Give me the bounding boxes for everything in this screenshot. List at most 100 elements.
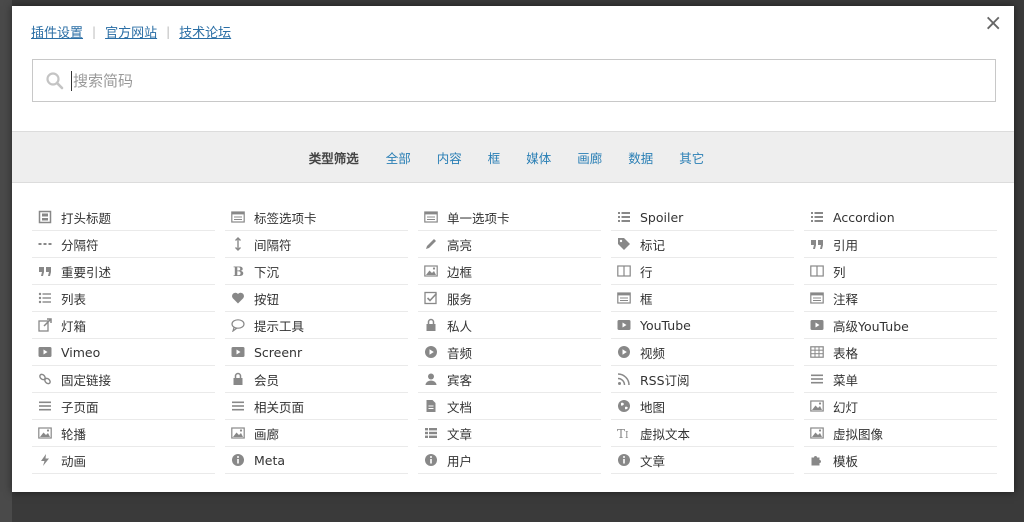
bold-icon: B bbox=[231, 264, 245, 278]
shortcode-label: 模板 bbox=[833, 453, 859, 469]
plugin-settings-link[interactable]: 插件设置 bbox=[31, 22, 83, 41]
filter-box[interactable]: 框 bbox=[488, 148, 501, 167]
official-site-link[interactable]: 官方网站 bbox=[105, 22, 157, 41]
lock-icon bbox=[424, 318, 438, 332]
shortcode-item[interactable]: 高亮 bbox=[418, 231, 601, 258]
shortcode-label: Screenr bbox=[254, 344, 303, 360]
shortcode-item[interactable]: 私人 bbox=[418, 312, 601, 339]
filter-gallery[interactable]: 画廊 bbox=[577, 148, 602, 167]
shortcode-item[interactable]: 菜单 bbox=[804, 366, 997, 393]
shortcode-item[interactable]: 画廊 bbox=[225, 420, 408, 447]
shortcode-item[interactable]: Accordion bbox=[804, 204, 997, 231]
close-button[interactable]: × bbox=[984, 13, 1002, 35]
shortcode-item[interactable]: Screenr bbox=[225, 339, 408, 366]
shortcode-item[interactable]: 子页面 bbox=[32, 393, 215, 420]
shortcode-item[interactable]: 固定链接 bbox=[32, 366, 215, 393]
shortcode-label: 画廊 bbox=[254, 426, 280, 442]
shortcode-item[interactable]: Meta bbox=[225, 447, 408, 474]
shortcode-item[interactable]: 文档 bbox=[418, 393, 601, 420]
image-icon bbox=[810, 426, 824, 440]
shortcode-item[interactable]: 文章 bbox=[611, 447, 794, 474]
filter-other[interactable]: 其它 bbox=[679, 148, 704, 167]
image-icon bbox=[231, 426, 245, 440]
shortcode-label: 虚拟文本 bbox=[640, 426, 691, 442]
shortcode-item[interactable]: 用户 bbox=[418, 447, 601, 474]
play-circle-icon bbox=[424, 345, 438, 359]
shortcode-item[interactable]: 行 bbox=[611, 258, 794, 285]
shortcode-label: 框 bbox=[640, 291, 653, 307]
shortcode-item[interactable]: 地图 bbox=[611, 393, 794, 420]
globe-icon bbox=[617, 399, 631, 413]
shortcode-label: 幻灯 bbox=[833, 399, 859, 415]
shortcode-item[interactable]: 标记 bbox=[611, 231, 794, 258]
shortcode-item[interactable]: 注释 bbox=[804, 285, 997, 312]
quote-icon bbox=[38, 264, 52, 278]
shortcode-item[interactable]: 音频 bbox=[418, 339, 601, 366]
list-icon bbox=[617, 210, 631, 224]
shortcode-item[interactable]: 提示工具 bbox=[225, 312, 408, 339]
shortcode-label: 提示工具 bbox=[254, 318, 305, 334]
search-input[interactable] bbox=[73, 71, 995, 90]
bolt-icon bbox=[38, 453, 52, 467]
shortcode-label: 动画 bbox=[61, 453, 87, 469]
shortcode-label: 服务 bbox=[447, 291, 473, 307]
shortcode-label: 表格 bbox=[833, 345, 859, 361]
shortcode-item[interactable]: Spoiler bbox=[611, 204, 794, 231]
shortcode-item[interactable]: 分隔符 bbox=[32, 231, 215, 258]
quote-icon bbox=[810, 237, 824, 251]
shortcode-item[interactable]: 轮播 bbox=[32, 420, 215, 447]
shortcode-item[interactable]: 边框 bbox=[418, 258, 601, 285]
shortcode-item[interactable]: 标签选项卡 bbox=[225, 204, 408, 231]
shortcode-item[interactable]: 表格 bbox=[804, 339, 997, 366]
shortcode-item[interactable]: 列表 bbox=[32, 285, 215, 312]
shortcode-item[interactable]: 视频 bbox=[611, 339, 794, 366]
image-icon bbox=[38, 426, 52, 440]
pencil-icon bbox=[424, 237, 438, 251]
shortcode-item[interactable]: 按钮 bbox=[225, 285, 408, 312]
shortcode-item[interactable]: 框 bbox=[611, 285, 794, 312]
filter-data[interactable]: 数据 bbox=[628, 148, 653, 167]
shortcode-item[interactable]: 服务 bbox=[418, 285, 601, 312]
search-box bbox=[32, 59, 996, 102]
shortcode-item[interactable]: 间隔符 bbox=[225, 231, 408, 258]
columns-icon bbox=[810, 264, 824, 278]
shortcode-item[interactable]: 文章 bbox=[418, 420, 601, 447]
play-square-icon bbox=[231, 345, 245, 359]
shortcode-item[interactable]: 引用 bbox=[804, 231, 997, 258]
shortcode-item[interactable]: 单一选项卡 bbox=[418, 204, 601, 231]
shortcode-item[interactable]: 虚拟图像 bbox=[804, 420, 997, 447]
filter-all[interactable]: 全部 bbox=[386, 148, 411, 167]
svg-text:T: T bbox=[617, 427, 625, 440]
shortcode-item[interactable]: 高级YouTube bbox=[804, 312, 997, 339]
shortcode-item[interactable]: 相关页面 bbox=[225, 393, 408, 420]
filter-content[interactable]: 内容 bbox=[437, 148, 462, 167]
shortcode-item[interactable]: 动画 bbox=[32, 447, 215, 474]
shortcode-label: 行 bbox=[640, 264, 653, 280]
link-icon bbox=[38, 372, 52, 386]
play-square-icon bbox=[38, 345, 52, 359]
shortcode-item[interactable]: 会员 bbox=[225, 366, 408, 393]
shortcode-label: 按钮 bbox=[254, 291, 280, 307]
shortcode-label: 相关页面 bbox=[254, 399, 305, 415]
th-list-icon bbox=[424, 426, 438, 440]
shortcode-item[interactable]: 宾客 bbox=[418, 366, 601, 393]
filter-media[interactable]: 媒体 bbox=[526, 148, 551, 167]
shortcode-grid: 打头标题 标签选项卡 单一选项卡 Spoiler Accordion 分隔符 间隔符 高亮 标记… bbox=[32, 204, 997, 474]
shortcode-item[interactable]: 列 bbox=[804, 258, 997, 285]
shortcode-item[interactable]: T I 虚拟文本 bbox=[611, 420, 794, 447]
shortcode-item[interactable]: 灯箱 bbox=[32, 312, 215, 339]
shortcode-item[interactable]: B 下沉 bbox=[225, 258, 408, 285]
shortcode-item[interactable]: RSS订阅 bbox=[611, 366, 794, 393]
info-icon bbox=[424, 453, 438, 467]
shortcode-label: 固定链接 bbox=[61, 372, 112, 388]
bars-icon bbox=[38, 399, 52, 413]
forum-link[interactable]: 技术论坛 bbox=[179, 22, 231, 41]
shortcode-item[interactable]: YouTube bbox=[611, 312, 794, 339]
shortcode-label: Vimeo bbox=[61, 344, 101, 360]
shortcode-item[interactable]: 模板 bbox=[804, 447, 997, 474]
shortcode-item[interactable]: 重要引述 bbox=[32, 258, 215, 285]
shortcode-item[interactable]: Vimeo bbox=[32, 339, 215, 366]
shortcode-item[interactable]: 幻灯 bbox=[804, 393, 997, 420]
shortcode-item[interactable]: 打头标题 bbox=[32, 204, 215, 231]
shortcode-label: 单一选项卡 bbox=[447, 210, 510, 226]
